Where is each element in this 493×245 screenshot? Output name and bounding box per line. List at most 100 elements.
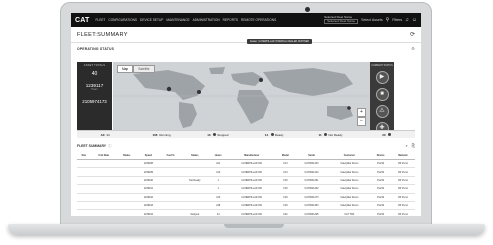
table-cell: Not Ready: [180, 176, 209, 186]
nav-remote-operations[interactable]: REMOTE OPERATIONS: [241, 18, 276, 22]
top-nav-bar: CAT FLEET CONFIGURATIONS DEVICE SETUP MA…: [71, 13, 421, 27]
table-cell: [116, 209, 137, 216]
table-cell: [77, 184, 91, 194]
world-map[interactable]: Map Satellite + − CURRENT STATUS ▶ ■ ⚠ ✚: [113, 62, 394, 130]
column-header[interactable]: Device: [370, 151, 391, 160]
table-cell: RF Pend: [390, 209, 415, 216]
table-row[interactable]: 1239191 1 CATERPILLAR INC C15 CAT0001262 Cate…: [77, 184, 415, 194]
table-row[interactable]: 1239190 Not Ready 1 CATERPILLAR INC C15 CAT00…: [77, 176, 415, 186]
table-cell: RF Pend: [390, 167, 415, 177]
column-header[interactable]: Network: [390, 151, 415, 160]
status-last[interactable]: 20: [359, 133, 415, 137]
export-icon[interactable]: ⎘: [412, 143, 415, 148]
table-cell: [180, 167, 209, 177]
tab-map[interactable]: Map: [117, 65, 134, 73]
title-row: FLEET:SUMMARY ⟳: [71, 27, 421, 43]
table-cell: [77, 201, 91, 211]
ready-dot-icon: [270, 133, 274, 137]
table-body: 1239188 241 CATERPILLAR INC C13 CAT0001234 Ca…: [77, 159, 415, 216]
column-header[interactable]: Manufacturer: [227, 151, 276, 160]
tab-satellite[interactable]: Satellite: [133, 65, 155, 73]
asset-marker[interactable]: [259, 78, 263, 82]
table-cell: C18: [275, 201, 295, 211]
nav-maintenance[interactable]: MAINTENANCE: [166, 18, 189, 22]
table-header-row: Site Unit Data Status Speed Fuel % Status Hour…: [77, 151, 415, 160]
status-running-icon[interactable]: ▶: [375, 71, 389, 84]
refresh-icon[interactable]: ⟳: [410, 31, 415, 38]
status-not-ready[interactable]: 11 Not Ready: [302, 133, 358, 137]
status-alert-icon[interactable]: ✚: [375, 122, 389, 130]
table-cell: RF Pend: [390, 193, 415, 202]
bell-icon[interactable]: ♫: [405, 17, 409, 23]
nav-configurations[interactable]: CONFIGURATIONS: [108, 18, 137, 22]
table-cell: RF Pend: [390, 159, 415, 169]
table-cell: C18: [275, 193, 295, 202]
table-cell: [77, 167, 91, 177]
table-cell: [90, 184, 117, 194]
column-header[interactable]: Serial: [294, 151, 329, 160]
table-cell: 120: [208, 193, 228, 202]
column-header[interactable]: Customer: [328, 151, 371, 160]
stopped-dot-icon: [213, 133, 217, 137]
status-stopped[interactable]: 13 Stopped: [190, 133, 246, 137]
table-cell: C15: [275, 184, 295, 194]
table-cell: CAT0001251: [294, 176, 329, 186]
column-header[interactable]: Status: [116, 151, 137, 160]
table-cell: PL240: [370, 167, 391, 177]
column-header[interactable]: Status: [180, 151, 209, 160]
table-row[interactable]: 1239194 Stopped 44 CATERPILLAR INC C32 CAT000…: [77, 209, 415, 216]
laptop-notch: [224, 224, 284, 228]
nav-fleet[interactable]: FLEET: [95, 18, 105, 22]
gear-icon[interactable]: ⚙: [411, 46, 415, 51]
select-assets-button[interactable]: Select Assets: [361, 18, 383, 22]
table-cell: CATERPILLAR INC: [227, 193, 276, 202]
camera: [305, 7, 310, 12]
nav-device-setup[interactable]: DEVICE SETUP: [140, 18, 163, 22]
column-header[interactable]: Hours: [208, 151, 228, 160]
status-ready-count: 14: [264, 132, 269, 137]
table-row[interactable]: 1239188 241 CATERPILLAR INC C13 CAT0001234 Ca…: [77, 159, 415, 169]
asset-total: 2105974173: [82, 99, 107, 104]
column-header[interactable]: Model: [275, 151, 295, 160]
filters-button[interactable]: Filters: [392, 18, 402, 22]
search-icon[interactable]: ⌕: [406, 143, 408, 148]
column-header[interactable]: Speed: [136, 151, 161, 160]
status-running[interactable]: 106 Running: [133, 133, 189, 137]
status-running-label: Running: [159, 132, 171, 137]
table-cell: 213: [208, 167, 228, 177]
table-row[interactable]: 1239192 120 CATERPILLAR INC C18 CAT0001273 Ca…: [77, 193, 415, 202]
table-row[interactable]: 1239193 248 CATERPILLAR INC C18 CAT0001284 Ca…: [77, 201, 415, 211]
nav-administration[interactable]: ADMINISTRATION: [193, 18, 220, 22]
table-cell: [116, 184, 137, 194]
cat-logo[interactable]: CAT: [75, 17, 89, 24]
table-cell: [90, 167, 117, 177]
table-cell: [90, 176, 117, 186]
status-warning-icon[interactable]: ⚠: [375, 105, 389, 118]
asset-marker[interactable]: [347, 106, 351, 110]
filter-icon[interactable]: ⚲: [386, 17, 390, 23]
status-all[interactable]: All 34: [77, 133, 133, 137]
zoom-out-button[interactable]: −: [357, 117, 366, 126]
status-side-panel: CURRENT STATUS ▶ ■ ⚠ ✚: [370, 62, 394, 130]
table-cell: [116, 159, 137, 169]
zoom-in-button[interactable]: +: [357, 108, 366, 117]
asset-marker[interactable]: [166, 86, 172, 92]
info-icon[interactable]: ⓘ: [108, 143, 111, 148]
status-stopped-icon[interactable]: ■: [375, 88, 389, 101]
column-header[interactable]: Fuel %: [160, 151, 181, 160]
fleet-selector[interactable]: Selected Fleet Name Selected Fleet Name: [324, 15, 359, 25]
table-cell: 1239194: [136, 209, 161, 216]
fleet-selector-value[interactable]: Selected Fleet Name: [324, 19, 359, 25]
user-icon[interactable]: ☺: [412, 17, 417, 23]
asset-totals-label: ASSET TOTALS: [83, 64, 106, 67]
asset-marker[interactable]: [197, 90, 201, 94]
column-header[interactable]: Unit Data: [90, 151, 117, 160]
table-cell: [160, 193, 181, 202]
table-row[interactable]: 1239189 213 CATERPILLAR INC C13 CAT0001244 Ca…: [77, 167, 415, 177]
table-cell: [180, 184, 209, 194]
table-cell: [90, 209, 117, 216]
status-ready[interactable]: 14 Ready: [246, 133, 302, 137]
column-header[interactable]: Site: [77, 151, 91, 160]
table-cell: [180, 159, 209, 169]
nav-reports[interactable]: REPORTS: [223, 18, 238, 22]
